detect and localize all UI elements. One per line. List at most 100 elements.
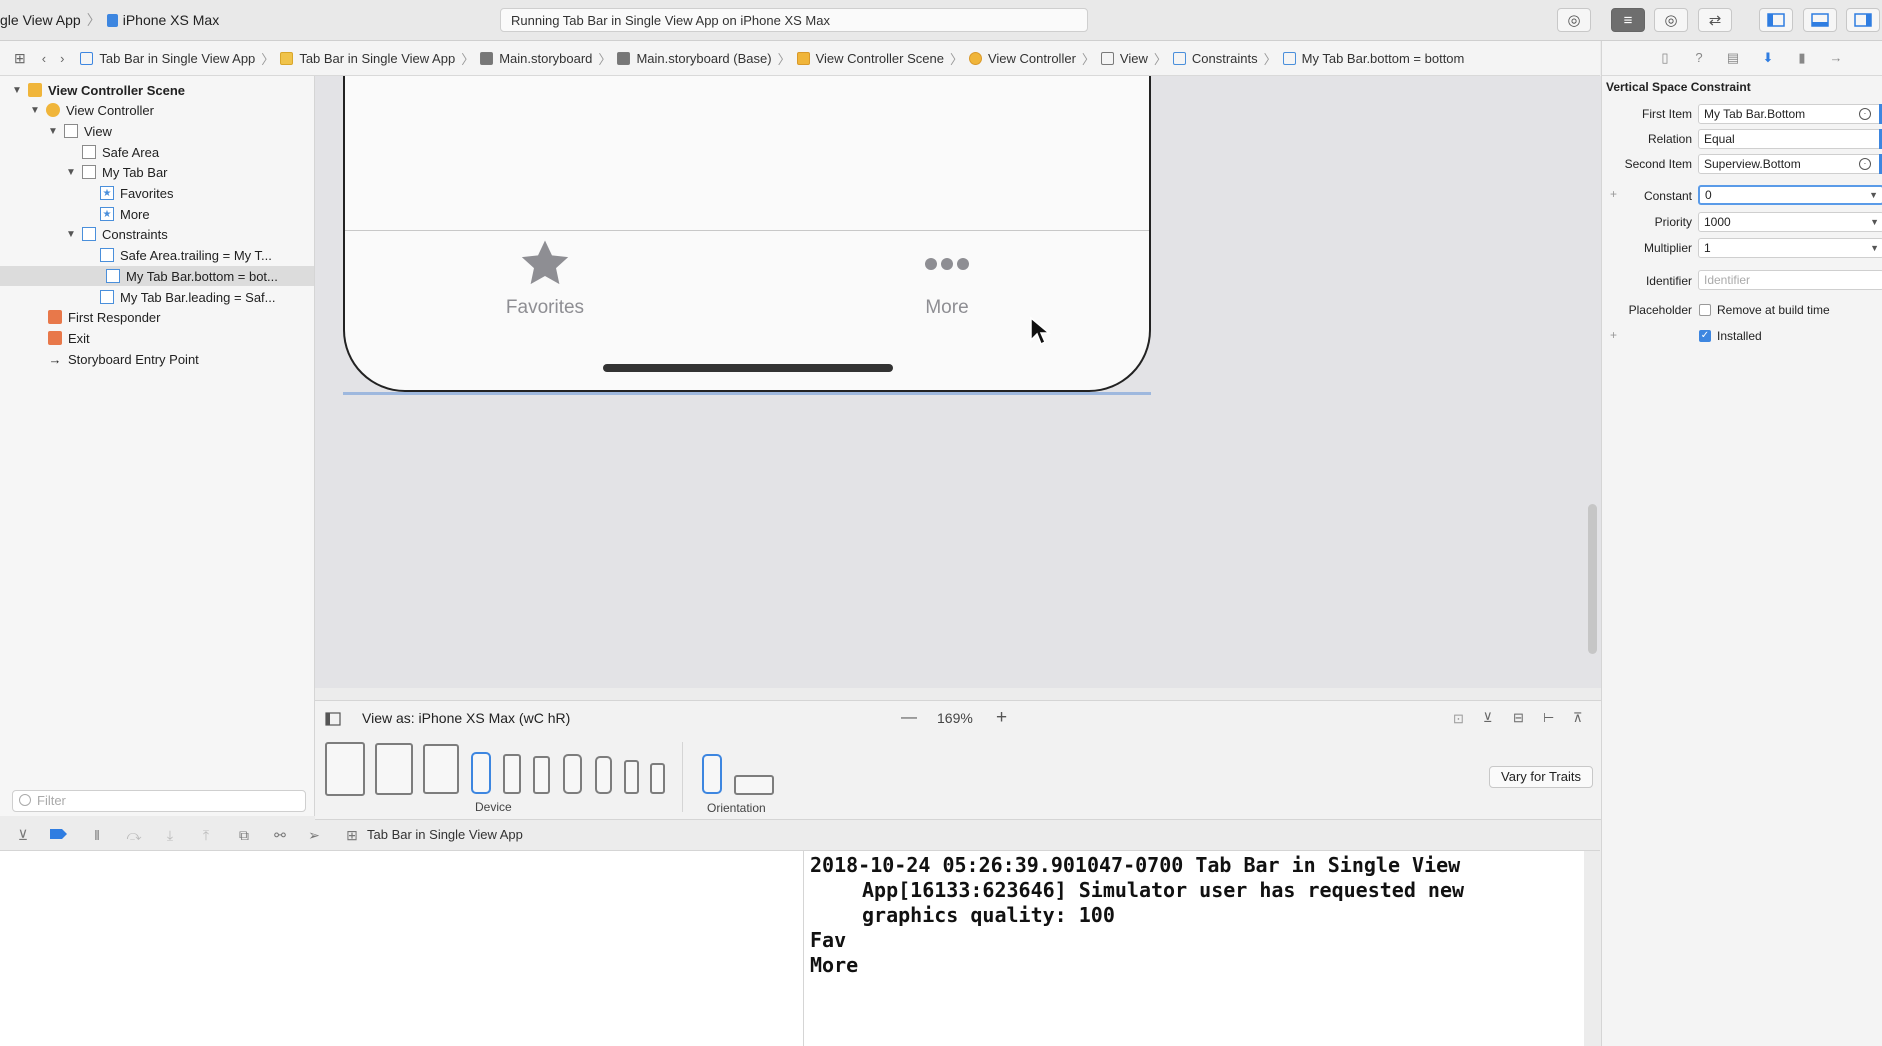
breadcrumb-storyboard-base[interactable]: Main.storyboard (Base) 〉 <box>617 49 791 68</box>
swap-icon[interactable]: · <box>1859 108 1871 120</box>
device-ipad-pro-10[interactable] <box>375 743 413 795</box>
chevron-down-icon[interactable]: ▼ <box>1870 239 1879 257</box>
debug-target-label[interactable]: Tab Bar in Single View App <box>367 827 523 842</box>
outline-item-scene[interactable]: ▼ View Controller Scene <box>12 80 185 100</box>
outline-item-view[interactable]: ▼ View <box>48 121 112 141</box>
tab-item-favorites[interactable]: Favorites <box>445 236 645 319</box>
assistant-editor-button[interactable]: ◎ <box>1654 8 1688 32</box>
remove-at-build-time-checkbox[interactable] <box>1699 304 1711 316</box>
add-variation-icon[interactable]: + <box>1610 328 1617 342</box>
device-ipad-pro-12[interactable] <box>325 742 365 796</box>
zoom-in-button[interactable]: + <box>996 707 1007 729</box>
device-iphone-xr[interactable] <box>563 754 582 794</box>
related-items-icon[interactable]: ⊞ <box>14 50 26 67</box>
tab-item-more[interactable]: More <box>847 236 1047 319</box>
variables-view[interactable] <box>0 851 804 1046</box>
outline-item-safe-area[interactable]: Safe Area <box>82 142 159 162</box>
multiplier-field[interactable]: 1 ▼ <box>1698 238 1882 258</box>
memory-graph-icon[interactable]: ⚯ <box>272 827 288 843</box>
device-iphone-8[interactable] <box>533 756 550 794</box>
orientation-portrait[interactable] <box>702 754 722 794</box>
breadcrumb-project[interactable]: Tab Bar in Single View App 〉 <box>80 49 274 68</box>
standard-editor-button[interactable]: ≡ <box>1611 8 1645 32</box>
outline-item-favorites[interactable]: ★ Favorites <box>100 183 173 203</box>
disclosure-down-icon[interactable]: ▼ <box>30 105 40 116</box>
connections-inspector-icon[interactable]: → <box>1828 50 1844 66</box>
storyboard-canvas[interactable]: Favorites More <box>315 76 1601 688</box>
orientation-landscape[interactable] <box>734 775 774 795</box>
device-iphone-xs[interactable] <box>595 756 612 794</box>
first-item-popup[interactable]: My Tab Bar.Bottom · <box>1698 104 1882 124</box>
console-line: Fav <box>810 928 847 952</box>
swap-icon[interactable]: · <box>1859 158 1871 170</box>
disclosure-down-icon[interactable]: ▼ <box>12 85 22 96</box>
attributes-inspector-icon[interactable]: ⬇ <box>1760 50 1776 66</box>
outline-filter-field[interactable]: Filter <box>12 790 306 812</box>
toggle-debug-button[interactable] <box>1803 8 1837 32</box>
breadcrumb-storyboard[interactable]: Main.storyboard 〉 <box>480 49 611 68</box>
back-arrow-icon[interactable]: ‹ <box>42 51 46 66</box>
breadcrumb-view[interactable]: View 〉 <box>1100 49 1167 68</box>
toggle-inspector-button[interactable] <box>1846 8 1880 32</box>
outline-item-constraints[interactable]: ▼ Constraints <box>66 224 168 244</box>
second-item-popup[interactable]: Superview.Bottom · <box>1698 154 1882 174</box>
outline-item-constraint-bottom[interactable]: My Tab Bar.bottom = bot... <box>0 266 314 286</box>
library-button[interactable]: ◎ <box>1557 8 1591 32</box>
device-iphone-xs-max[interactable] <box>471 752 491 794</box>
sidebar-toggle-icon[interactable] <box>325 712 341 726</box>
vertical-scrollbar[interactable] <box>1588 504 1597 654</box>
breakpoints-icon[interactable] <box>50 827 67 843</box>
outline-item-constraint-leading[interactable]: My Tab Bar.leading = Saf... <box>100 287 276 307</box>
breadcrumb-view-controller[interactable]: View Controller 〉 <box>968 49 1095 68</box>
outline-item-tab-bar[interactable]: ▼ My Tab Bar <box>66 162 167 182</box>
hide-debug-area-icon[interactable]: ⊻ <box>15 827 31 843</box>
step-out-icon[interactable]: ⤒ <box>198 827 214 843</box>
device-iphone-8-plus[interactable] <box>503 754 521 794</box>
zoom-out-button[interactable]: — <box>901 709 917 727</box>
quick-help-icon[interactable]: ? <box>1691 50 1707 66</box>
disclosure-down-icon[interactable]: ▼ <box>66 229 76 240</box>
installed-checkbox[interactable]: ✓ <box>1699 330 1711 342</box>
chevron-down-icon[interactable]: ▼ <box>1870 213 1879 231</box>
embed-in-stack-icon[interactable]: ⊻ <box>1483 710 1493 726</box>
disclosure-down-icon[interactable]: ▼ <box>66 167 76 178</box>
device-ipad[interactable] <box>423 744 459 794</box>
outline-item-first-responder[interactable]: First Responder <box>48 307 160 327</box>
outline-item-more[interactable]: ★ More <box>100 204 150 224</box>
outline-item-view-controller[interactable]: ▼ View Controller <box>30 100 154 120</box>
identity-inspector-icon[interactable]: ▤ <box>1725 50 1741 66</box>
device-iphone-4s[interactable] <box>650 763 665 794</box>
relation-popup[interactable]: Equal <box>1698 129 1882 149</box>
view-as-label[interactable]: View as: iPhone XS Max (wC hR) <box>362 710 570 726</box>
outline-item-entry-point[interactable]: → Storyboard Entry Point <box>48 349 199 369</box>
add-constraints-icon[interactable]: ⊢ <box>1543 710 1554 726</box>
constant-field[interactable]: 0 ▼ <box>1698 185 1882 205</box>
chevron-down-icon[interactable]: ▼ <box>1869 187 1878 203</box>
identifier-field[interactable]: Identifier <box>1698 270 1882 290</box>
breadcrumb-group[interactable]: Tab Bar in Single View App 〉 <box>280 49 474 68</box>
disclosure-down-icon[interactable]: ▼ <box>48 126 58 137</box>
location-icon[interactable]: ➢ <box>306 827 322 843</box>
size-inspector-icon[interactable]: ▮ <box>1794 50 1810 66</box>
outline-item-exit[interactable]: Exit <box>48 328 90 348</box>
priority-field[interactable]: 1000 ▼ <box>1698 212 1882 232</box>
scheme-selector[interactable]: gle View App 〉 iPhone XS Max <box>0 9 219 31</box>
vary-for-traits-button[interactable]: Vary for Traits <box>1489 766 1593 788</box>
toggle-navigator-button[interactable] <box>1759 8 1793 32</box>
embed-icon[interactable]: ⊡ <box>1453 711 1464 727</box>
align-icon[interactable]: ⊟ <box>1513 710 1524 726</box>
device-iphone-se[interactable] <box>624 760 639 794</box>
console-output[interactable]: 2018-10-24 05:26:39.901047-0700 Tab Bar … <box>804 851 1584 1046</box>
resolve-issues-icon[interactable]: ⊼ <box>1573 710 1583 726</box>
version-editor-button[interactable]: ⇄ <box>1698 8 1732 32</box>
step-over-icon[interactable]: ⤼ <box>126 827 142 843</box>
file-inspector-icon[interactable]: ▯ <box>1657 50 1673 66</box>
breadcrumb-constraint[interactable]: My Tab Bar.bottom = bottom <box>1282 51 1464 66</box>
forward-arrow-icon[interactable]: › <box>60 51 64 66</box>
outline-item-constraint-trailing[interactable]: Safe Area.trailing = My T... <box>100 245 272 265</box>
step-into-icon[interactable]: ⤓ <box>162 827 178 843</box>
pause-icon[interactable]: ‖ <box>89 827 105 843</box>
view-debugger-icon[interactable]: ⧉ <box>236 827 252 843</box>
breadcrumb-constraints[interactable]: Constraints 〉 <box>1172 49 1277 68</box>
breadcrumb-scene[interactable]: View Controller Scene 〉 <box>796 49 963 68</box>
